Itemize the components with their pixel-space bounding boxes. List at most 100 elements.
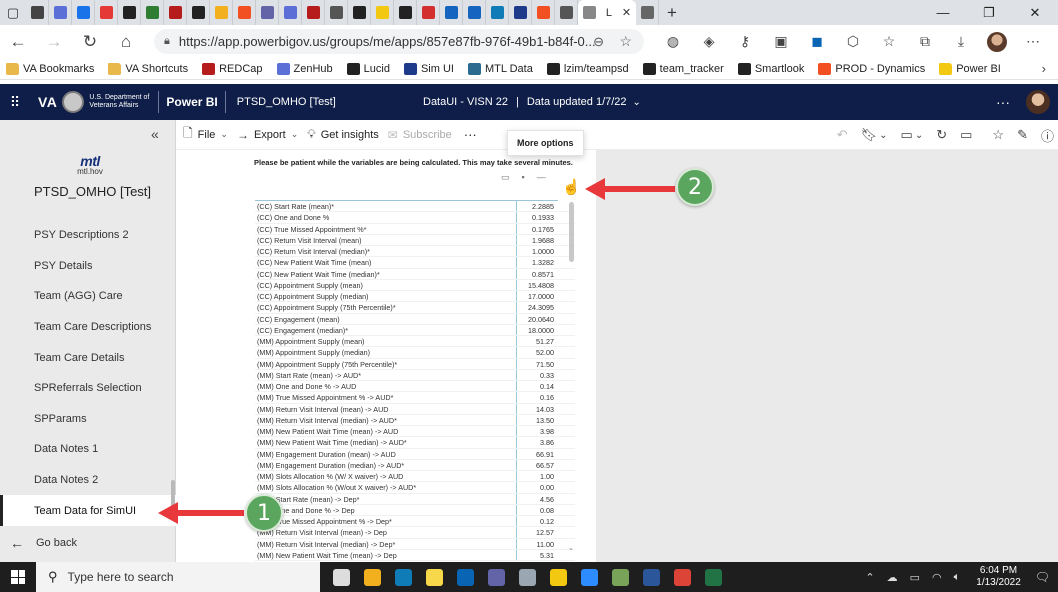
browser-tab[interactable] bbox=[417, 0, 440, 25]
browser-tab[interactable] bbox=[348, 0, 371, 25]
system-clock[interactable]: 6:04 PM 1/13/2022 bbox=[976, 565, 1021, 589]
browser-tab[interactable] bbox=[164, 0, 187, 25]
bookmark-item[interactable]: REDCap bbox=[202, 62, 263, 75]
bookmark-item[interactable]: PROD - Dynamics bbox=[818, 62, 925, 75]
new-tab-button[interactable]: + bbox=[659, 0, 685, 25]
info-icon[interactable]: ⓘ bbox=[1041, 126, 1054, 145]
browser-tab[interactable] bbox=[636, 0, 659, 25]
bookmark-item[interactable]: Power BI bbox=[939, 62, 1001, 75]
app-launcher-icon[interactable]: ⠿ bbox=[0, 94, 30, 111]
collapse-nav-icon[interactable]: « bbox=[151, 126, 159, 142]
nav-page-item[interactable]: Data Notes 1 bbox=[0, 434, 176, 465]
table-row[interactable]: (MM) New Patient Wait Time (median) -> A… bbox=[255, 437, 575, 449]
table-row[interactable]: (MM) Start Rate (mean) -> Dep* 4.56 bbox=[255, 493, 575, 505]
browser-tab[interactable] bbox=[440, 0, 463, 25]
bookmark-item[interactable]: team_tracker bbox=[642, 62, 724, 75]
table-row[interactable]: (MM) Return Visit Interval (mean) -> Dep… bbox=[255, 527, 575, 539]
address-bar[interactable]: 🔒︎ https://app.powerbigov.us/groups/me/a… bbox=[154, 29, 644, 54]
browser-tab[interactable] bbox=[187, 0, 210, 25]
table-row[interactable]: (MM) Engagement Duration (mean) -> AUD 66… bbox=[255, 448, 575, 460]
bookmark-item[interactable]: MTL Data bbox=[467, 62, 533, 75]
browser-tab[interactable] bbox=[95, 0, 118, 25]
table-row[interactable]: (CC) Engagement (median)* 18.0000 bbox=[255, 324, 575, 336]
extension-icon[interactable]: ▣ bbox=[763, 25, 799, 58]
file-menu-button[interactable]: 🗋︎ File ⌄ bbox=[183, 124, 228, 145]
table-row[interactable]: (CC) Appointment Supply (median) 17.0000 bbox=[255, 291, 575, 303]
zoom-icon[interactable] bbox=[574, 562, 605, 592]
sticky-notes-icon[interactable] bbox=[419, 562, 450, 592]
favorite-icon[interactable]: ☆ bbox=[992, 127, 1004, 143]
table-row[interactable]: (MM) Appointment Supply (75th Percentile… bbox=[255, 358, 575, 370]
browser-tab[interactable] bbox=[486, 0, 509, 25]
chevron-up-icon[interactable]: ⌃ bbox=[865, 571, 874, 584]
app-icon[interactable] bbox=[512, 562, 543, 592]
go-back-button[interactable]: ← Go back bbox=[0, 529, 176, 557]
browser-tab[interactable] bbox=[233, 0, 256, 25]
table-row[interactable]: (CC) Start Rate (mean)* 2.2885 bbox=[255, 201, 575, 213]
bookmark-item[interactable]: Smartlook bbox=[737, 62, 804, 75]
browser-tab[interactable] bbox=[532, 0, 555, 25]
bookmark-item[interactable]: Sim UI bbox=[403, 62, 454, 75]
browser-tab[interactable] bbox=[210, 0, 233, 25]
table-row[interactable]: (MM) New Patient Wait Time (mean) -> Dep… bbox=[255, 549, 575, 561]
chevron-down-icon[interactable]: ⌄ bbox=[879, 130, 887, 141]
scroll-down-icon[interactable]: ⌄ bbox=[568, 544, 574, 552]
restore-icon[interactable]: ❐ bbox=[966, 0, 1012, 25]
browser-tab[interactable] bbox=[256, 0, 279, 25]
browser-tab[interactable] bbox=[26, 0, 49, 25]
puzzle-icon[interactable]: ⬡ bbox=[835, 25, 871, 58]
table-row[interactable]: (MM) Appointment Supply (median) 52.00 bbox=[255, 347, 575, 359]
nav-page-item[interactable]: SPParams bbox=[0, 404, 176, 435]
edge-icon[interactable] bbox=[388, 562, 419, 592]
subscribe-button[interactable]: ✉ Subscribe bbox=[388, 128, 452, 142]
refresh-icon[interactable]: ↻ bbox=[72, 25, 108, 58]
bookmark-item[interactable]: ZenHub bbox=[276, 62, 333, 75]
back-icon[interactable]: ← bbox=[0, 25, 36, 58]
table-row[interactable]: (CC) Appointment Supply (mean) 15.4808 bbox=[255, 279, 575, 291]
table-scrollbar[interactable] bbox=[569, 202, 574, 262]
export-menu-button[interactable]: → Export ⌄ bbox=[237, 128, 298, 142]
app-icon[interactable] bbox=[605, 562, 636, 592]
table-row[interactable]: (CC) New Patient Wait Time (median)* 0.85… bbox=[255, 268, 575, 280]
table-row[interactable]: (CC) One and Done % 0.1933 bbox=[255, 212, 575, 224]
table-row[interactable]: (CC) New Patient Wait Time (mean) 1.3282 bbox=[255, 257, 575, 269]
browser-tab[interactable] bbox=[509, 0, 532, 25]
chrome-icon[interactable] bbox=[667, 562, 698, 592]
file-explorer-icon[interactable] bbox=[357, 562, 388, 592]
table-row[interactable]: (MM) Start Rate (mean) -> AUD* 0.33 bbox=[255, 369, 575, 381]
browser-tab[interactable] bbox=[72, 0, 95, 25]
profile-avatar[interactable] bbox=[979, 25, 1015, 58]
forward-icon[interactable]: → bbox=[36, 25, 72, 58]
table-row[interactable]: (CC) Return Visit Interval (mean) 1.9688 bbox=[255, 234, 575, 246]
more-icon[interactable]: ··· bbox=[996, 94, 1010, 110]
table-row[interactable]: (MM) Slots Allocation % (W/ X waiver) ->… bbox=[255, 471, 575, 483]
browser-tab[interactable] bbox=[371, 0, 394, 25]
bookmark-item[interactable]: lzim/teampsd bbox=[546, 62, 629, 75]
table-row[interactable]: (CC) Engagement (mean) 20.0640 bbox=[255, 313, 575, 325]
excel-icon[interactable] bbox=[698, 562, 729, 592]
focus-mode-icon[interactable]: ▪ bbox=[522, 172, 525, 183]
outlook-icon[interactable] bbox=[450, 562, 481, 592]
table-row[interactable]: (MM) True Missed Appointment % -> AUD* 0.… bbox=[255, 392, 575, 404]
edit-icon[interactable]: ✎ bbox=[1017, 127, 1028, 143]
nav-page-item[interactable]: SPReferrals Selection bbox=[0, 373, 176, 404]
chevron-down-icon[interactable]: ⌄ bbox=[633, 97, 641, 108]
bookmark-item[interactable]: Lucid bbox=[346, 62, 390, 75]
get-insights-button[interactable]: 💡︎ Get insights bbox=[307, 127, 379, 142]
table-row[interactable]: (MM) Return Visit Interval (mean) -> AUD… bbox=[255, 403, 575, 415]
powerbi-icon[interactable] bbox=[543, 562, 574, 592]
network-icon[interactable]: ▭ bbox=[910, 571, 920, 584]
close-tab-icon[interactable]: ✕ bbox=[622, 6, 631, 19]
browser-tab[interactable] bbox=[555, 0, 578, 25]
volume-icon[interactable]: 🔈︎ bbox=[954, 571, 961, 584]
browser-menu-icon[interactable]: ⋯ bbox=[1015, 25, 1051, 58]
favorites-icon[interactable]: ☆ bbox=[871, 25, 907, 58]
nav-page-item[interactable]: PSY Details bbox=[0, 251, 176, 282]
table-row[interactable]: (MM) Return Visit Interval (median) -> D… bbox=[255, 538, 575, 550]
more-options-button[interactable]: ··· bbox=[464, 127, 477, 142]
table-row[interactable]: (CC) Return Visit Interval (median)* 1.00… bbox=[255, 246, 575, 258]
powerbi-brand[interactable]: Power BI bbox=[166, 95, 217, 109]
nav-page-item[interactable]: Team Data for SimUI bbox=[0, 495, 176, 526]
nav-page-item[interactable]: Team Care Descriptions bbox=[0, 312, 176, 343]
start-button[interactable] bbox=[0, 570, 36, 584]
